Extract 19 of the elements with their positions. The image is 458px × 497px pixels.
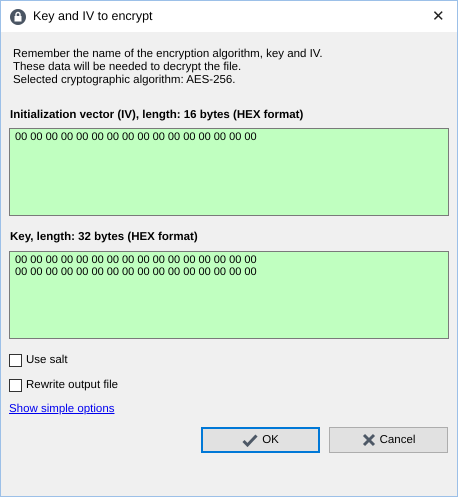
checkbox[interactable] xyxy=(9,354,22,367)
hex-text-field[interactable]: 00 00 00 00 00 00 00 00 00 00 00 00 00 00 00 00 xyxy=(9,128,449,216)
ok-button[interactable]: OK xyxy=(201,427,320,454)
check-icon xyxy=(242,434,258,447)
close-icon xyxy=(362,433,376,448)
lock-icon xyxy=(10,8,26,24)
cancel-button[interactable]: Cancel xyxy=(329,427,448,454)
info-text: Selected cryptographic algorithm: AES-256. xyxy=(13,74,236,87)
checkbox-label: Use salt xyxy=(26,352,68,368)
hex-text-field[interactable]: 00 00 00 00 00 00 00 00 00 00 00 00 00 00 00 00 00 00 00 00 00 00 00 00 00 00 00 00 00 00 00 00 xyxy=(9,250,449,338)
field-label: Key, length: 32 bytes (HEX format) xyxy=(9,230,199,246)
field-label: Initialization vector (IV), length: 16 bytes (HEX format) xyxy=(9,108,304,123)
close-button[interactable]: ✕ xyxy=(432,9,445,24)
info-text: Remember the name of the encryption algorithm, key and IV. xyxy=(13,48,324,61)
window-title: Key and IV to encrypt xyxy=(33,8,153,26)
checkbox[interactable] xyxy=(9,378,22,392)
checkbox-label: Rewrite output file xyxy=(26,378,118,393)
info-text: These data will be needed to decrypt the file. xyxy=(13,61,242,74)
show-simple-options-link[interactable]: Show simple options xyxy=(9,401,114,418)
